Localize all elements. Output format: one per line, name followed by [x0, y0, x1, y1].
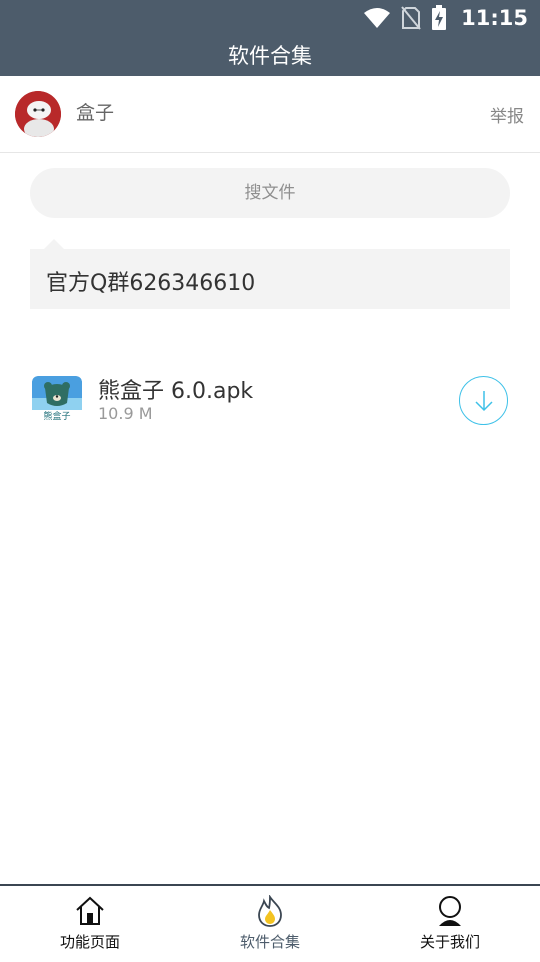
page-title: 软件合集 [0, 36, 540, 76]
avatar-robot-icon [15, 91, 61, 137]
fire-icon [258, 895, 282, 927]
wifi-icon [364, 8, 391, 28]
app-icon-caption: 熊盒子 [43, 412, 71, 422]
report-button[interactable]: 举报 [490, 102, 524, 127]
no-sim-icon [401, 6, 421, 30]
nav-label: 软件合集 [239, 933, 300, 951]
notice-text: 官方Q群626346610 [46, 271, 256, 296]
notice-bubble: 官方Q群626346610 [30, 239, 510, 309]
person-icon [439, 896, 461, 926]
app-bear-icon: 熊盒子 [32, 376, 82, 426]
nav-item-function-page[interactable]: 功能页面 [0, 886, 180, 962]
nav-item-software-collection[interactable]: 软件合集 [180, 886, 360, 962]
nav-label: 功能页面 [59, 933, 120, 951]
search-files-button[interactable]: 搜文件 [30, 168, 510, 218]
avatar[interactable] [15, 91, 61, 137]
battery-charging-icon [432, 5, 447, 30]
owner-row: 盒子 举报 [0, 76, 540, 153]
file-size: 10.9 M [98, 404, 153, 423]
home-icon [76, 896, 104, 925]
status-icons: 11:15 [363, 0, 528, 36]
file-name: 熊盒子 6.0.apk [98, 379, 254, 404]
nav-label: 关于我们 [419, 933, 480, 951]
download-icon [474, 390, 493, 411]
nav-item-about-us[interactable]: 关于我们 [360, 886, 540, 962]
owner-name: 盒子 [76, 102, 115, 124]
download-button[interactable] [459, 376, 508, 425]
status-bar: 11:15 [0, 0, 540, 36]
bottom-nav: 功能页面 软件合集 关于我们 [0, 884, 540, 962]
file-list-item[interactable]: 熊盒子 熊盒子 6.0.apk 10.9 M [0, 360, 540, 444]
status-time: 11:15 [461, 6, 528, 30]
